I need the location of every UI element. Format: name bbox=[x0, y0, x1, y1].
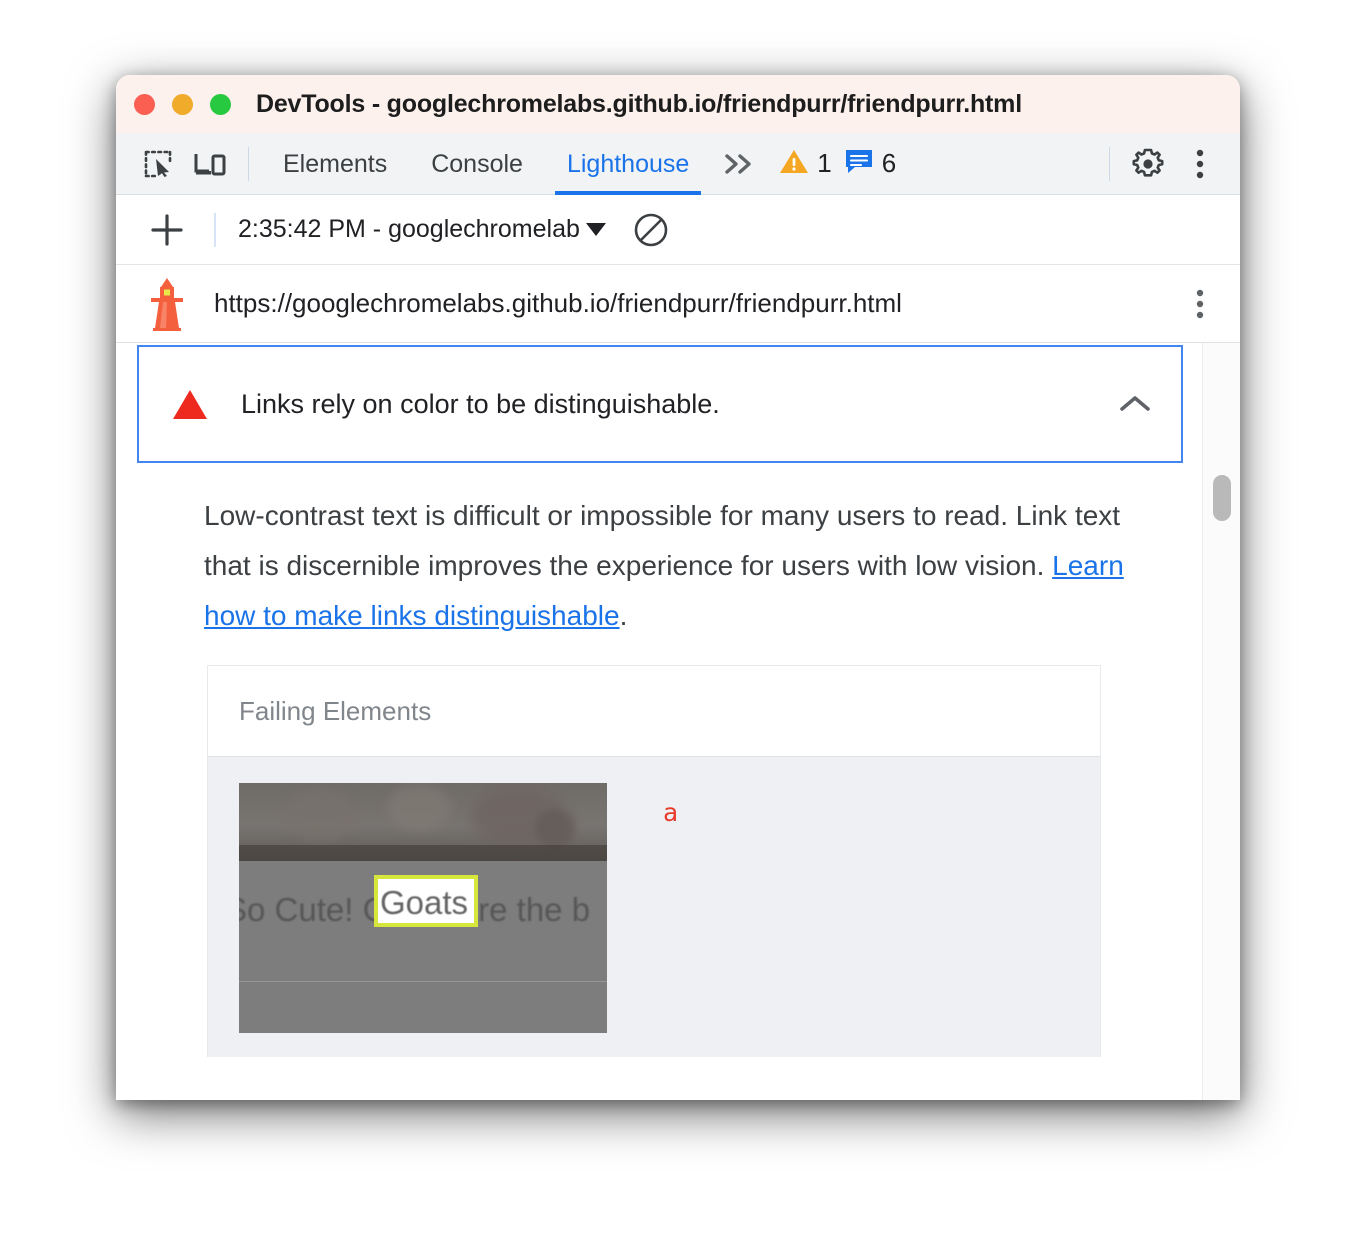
lighthouse-runbar: 2:35:42 PM - googlechromelab bbox=[116, 195, 1240, 265]
chevron-double-right-icon[interactable] bbox=[711, 140, 767, 188]
element-highlight-box: Goats bbox=[374, 875, 478, 927]
failing-elements-table: Failing Elements So Cu bbox=[207, 665, 1101, 1057]
report-select-label: 2:35:42 PM - googlechromelab bbox=[238, 215, 580, 243]
tab-elements[interactable]: Elements bbox=[261, 133, 409, 195]
report-select[interactable]: 2:35:42 PM - googlechromelab bbox=[238, 215, 606, 244]
lighthouse-logo-icon bbox=[142, 276, 192, 332]
toolbar-divider bbox=[248, 146, 249, 181]
runbar-divider bbox=[214, 212, 216, 247]
maximize-window-button[interactable] bbox=[210, 93, 231, 115]
element-screenshot-thumbnail[interactable]: So Cute! Goats are the b Goats bbox=[239, 783, 607, 1033]
thumbnail-blob-a bbox=[285, 789, 355, 841]
thumbnail-image-band bbox=[239, 783, 607, 861]
gear-icon[interactable] bbox=[1122, 140, 1174, 188]
close-window-button[interactable] bbox=[134, 93, 155, 115]
report-url: https://googlechromelabs.github.io/frien… bbox=[214, 288, 902, 318]
window-title: DevTools - googlechromelabs.github.io/fr… bbox=[256, 89, 1022, 118]
vertical-scrollbar[interactable] bbox=[1202, 343, 1240, 1100]
audit-description-text: Low-contrast text is difficult or imposs… bbox=[204, 500, 1121, 581]
tab-console[interactable]: Console bbox=[409, 133, 545, 195]
message-count: 6 bbox=[881, 148, 897, 178]
chevron-up-icon[interactable] bbox=[1115, 393, 1155, 415]
message-counter[interactable]: 6 bbox=[844, 148, 896, 180]
audit-description: Low-contrast text is difficult or imposs… bbox=[204, 491, 1164, 641]
thumbnail-blob-b bbox=[387, 785, 451, 831]
report-content: Links rely on color to be distinguishabl… bbox=[116, 343, 1202, 1100]
devtools-window: DevTools - googlechromelabs.github.io/fr… bbox=[116, 75, 1240, 1100]
report-menu-kebab-icon[interactable] bbox=[1178, 287, 1222, 321]
minimize-window-button[interactable] bbox=[172, 93, 193, 115]
lighthouse-report-body: Links rely on color to be distinguishabl… bbox=[116, 343, 1240, 1100]
devtools-tabbar: Elements Console Lighthouse 1 6 bbox=[116, 133, 1240, 195]
window-titlebar: DevTools - googlechromelabs.github.io/fr… bbox=[116, 75, 1240, 133]
warning-count: 1 bbox=[817, 148, 832, 178]
failing-elements-header-label: Failing Elements bbox=[239, 695, 432, 726]
node-snippet[interactable]: a bbox=[663, 783, 678, 1057]
scrollbar-thumb[interactable] bbox=[1213, 475, 1231, 521]
audit-banner[interactable]: Links rely on color to be distinguishabl… bbox=[137, 345, 1183, 463]
screenshot-root: DevTools - googlechromelabs.github.io/fr… bbox=[0, 0, 1352, 1248]
kebab-menu-icon[interactable] bbox=[1174, 140, 1226, 188]
toolbar-divider-right bbox=[1109, 146, 1110, 181]
failing-elements-header: Failing Elements bbox=[207, 665, 1101, 757]
plus-icon[interactable] bbox=[142, 205, 192, 255]
audit-title: Links rely on color to be distinguishabl… bbox=[241, 388, 720, 419]
thumbnail-rule bbox=[239, 981, 607, 982]
warning-counter[interactable]: 1 bbox=[779, 148, 832, 180]
audit-description-period: . bbox=[619, 600, 628, 631]
inspect-element-icon[interactable] bbox=[132, 140, 184, 188]
table-row: So Cute! Goats are the b Goats a bbox=[207, 757, 1101, 1057]
tab-lighthouse[interactable]: Lighthouse bbox=[545, 133, 711, 195]
report-urlbar: https://googlechromelabs.github.io/frien… bbox=[116, 265, 1240, 343]
highlighted-element-text: Goats bbox=[380, 884, 469, 921]
clear-all-icon[interactable] bbox=[632, 211, 670, 249]
traffic-lights bbox=[134, 93, 231, 115]
thumbnail-blob-d bbox=[535, 809, 575, 847]
message-icon bbox=[844, 148, 874, 180]
red-triangle-fail-icon bbox=[173, 389, 207, 419]
warning-triangle-icon bbox=[779, 148, 809, 180]
caret-down-icon bbox=[585, 223, 606, 236]
device-toolbar-icon[interactable] bbox=[184, 140, 236, 188]
